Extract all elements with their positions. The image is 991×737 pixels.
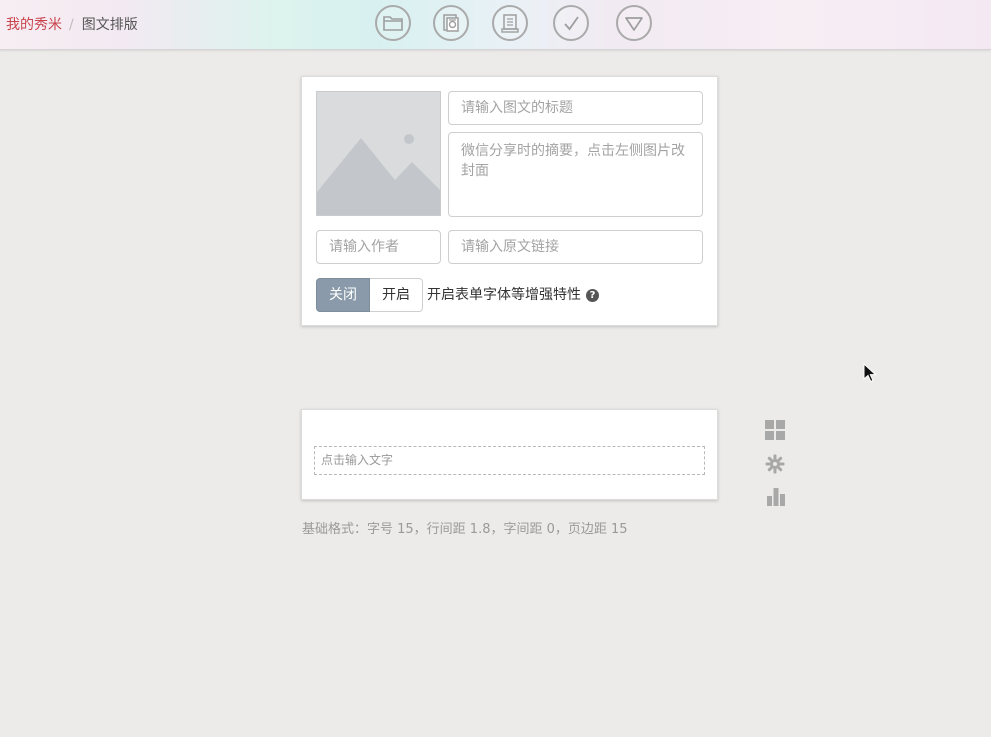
save-copy-icon: [443, 14, 459, 32]
layout-button[interactable]: [765, 420, 785, 444]
help-icon[interactable]: ?: [586, 289, 599, 302]
preview-icon: [501, 14, 519, 33]
toggle-on-button[interactable]: 开启: [370, 278, 423, 312]
title-input[interactable]: [448, 91, 703, 125]
breadcrumb: 我的秀米 / 图文排版: [6, 16, 138, 34]
mouse-cursor: [863, 362, 877, 387]
source-link-input[interactable]: [448, 230, 703, 264]
more-icon: [625, 17, 643, 31]
folder-icon: [383, 16, 403, 31]
image-placeholder-icon: [317, 134, 440, 215]
grid-icon: [765, 420, 785, 440]
author-input[interactable]: [316, 230, 441, 264]
summary-textarea[interactable]: [448, 132, 703, 217]
preview-button[interactable]: [492, 5, 528, 41]
more-dropdown-button[interactable]: [616, 5, 652, 41]
breadcrumb-current-page: 图文排版: [81, 17, 138, 33]
article-info-card: 关闭 开启 开启表单字体等增强特性?: [301, 76, 718, 326]
check-button[interactable]: [553, 5, 589, 41]
statistics-button[interactable]: [766, 487, 786, 511]
breadcrumb-separator: /: [69, 17, 74, 33]
text-editor-area[interactable]: 点击输入文字: [314, 446, 705, 475]
settings-button[interactable]: [765, 454, 785, 478]
gear-icon: [765, 454, 785, 474]
enhance-toggle: 关闭 开启: [316, 278, 423, 312]
pointer-cursor-icon: [863, 362, 877, 383]
open-folder-button[interactable]: [375, 5, 411, 41]
save-as-button[interactable]: [433, 5, 469, 41]
check-icon: [564, 16, 579, 31]
toggle-off-button[interactable]: 关闭: [316, 278, 370, 312]
breadcrumb-home-link[interactable]: 我的秀米: [6, 17, 62, 33]
cover-image-placeholder[interactable]: [316, 91, 441, 216]
top-toolbar: 我的秀米 / 图文排版: [0, 0, 991, 50]
editor-card: 点击输入文字: [301, 409, 718, 500]
enhance-feature-label: 开启表单字体等增强特性?: [427, 286, 599, 304]
bar-chart-icon: [767, 488, 785, 506]
enhance-feature-text: 开启表单字体等增强特性: [427, 287, 581, 303]
format-info-text: 基础格式：字号 15，行间距 1.8，字间距 0，页边距 15: [302, 522, 628, 537]
